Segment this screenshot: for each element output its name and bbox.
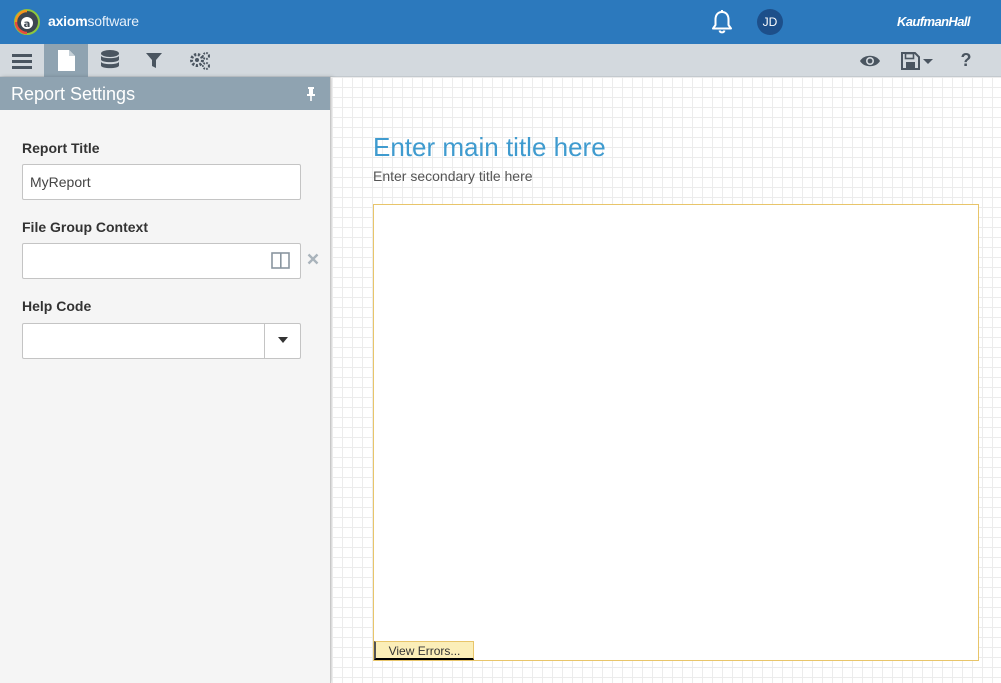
app-header: a axiomsoftware JD KaufmanHall: [0, 0, 1001, 44]
save-icon: [901, 51, 933, 70]
axiom-logo-icon: a: [14, 9, 40, 35]
help-code-select[interactable]: [22, 323, 301, 359]
save-menu-button[interactable]: [896, 44, 940, 77]
select-divider: [264, 324, 265, 358]
main-toolbar: ?: [0, 44, 1001, 77]
report-settings-button[interactable]: [44, 44, 88, 77]
preview-button[interactable]: [848, 44, 892, 77]
database-icon: [101, 50, 119, 69]
eye-icon: [860, 55, 880, 66]
report-content-area[interactable]: View Errors...: [373, 204, 979, 661]
user-avatar[interactable]: JD: [757, 9, 783, 35]
logo-prefix: axiom: [48, 13, 88, 29]
report-title-label: Report Title: [22, 140, 100, 156]
advanced-settings-button[interactable]: [178, 44, 222, 77]
help-icon: ?: [960, 50, 972, 70]
pin-icon[interactable]: [304, 87, 318, 101]
kaufmanhall-logo: KaufmanHall: [897, 14, 970, 29]
app-logo-text: axiomsoftware: [48, 13, 139, 29]
main-title[interactable]: Enter main title here: [373, 132, 606, 163]
help-code-label: Help Code: [22, 298, 92, 314]
report-settings-panel: Report Settings Report Title File Group …: [0, 77, 331, 683]
filter-icon: [146, 52, 162, 68]
picker-icon[interactable]: [271, 252, 290, 269]
gears-icon: [190, 51, 210, 70]
file-group-context-label: File Group Context: [22, 219, 148, 235]
svg-text:a: a: [24, 19, 31, 30]
menu-button[interactable]: [0, 44, 44, 77]
help-button[interactable]: ?: [944, 44, 988, 77]
chevron-down-icon[interactable]: [278, 336, 288, 344]
data-source-button[interactable]: [88, 44, 132, 77]
panel-header: Report Settings: [0, 77, 330, 110]
bell-icon[interactable]: [710, 9, 734, 35]
document-icon: [57, 50, 75, 71]
secondary-title[interactable]: Enter secondary title here: [373, 168, 533, 184]
view-errors-button[interactable]: View Errors...: [374, 641, 474, 660]
menu-icon: [12, 53, 32, 69]
file-group-context-input[interactable]: [22, 243, 301, 279]
report-canvas: Enter main title here Enter secondary ti…: [332, 77, 1001, 683]
report-title-input[interactable]: [22, 164, 301, 200]
filter-button[interactable]: [132, 44, 176, 77]
clear-icon[interactable]: [307, 253, 319, 265]
logo-suffix: software: [87, 13, 139, 29]
panel-title: Report Settings: [11, 84, 136, 104]
